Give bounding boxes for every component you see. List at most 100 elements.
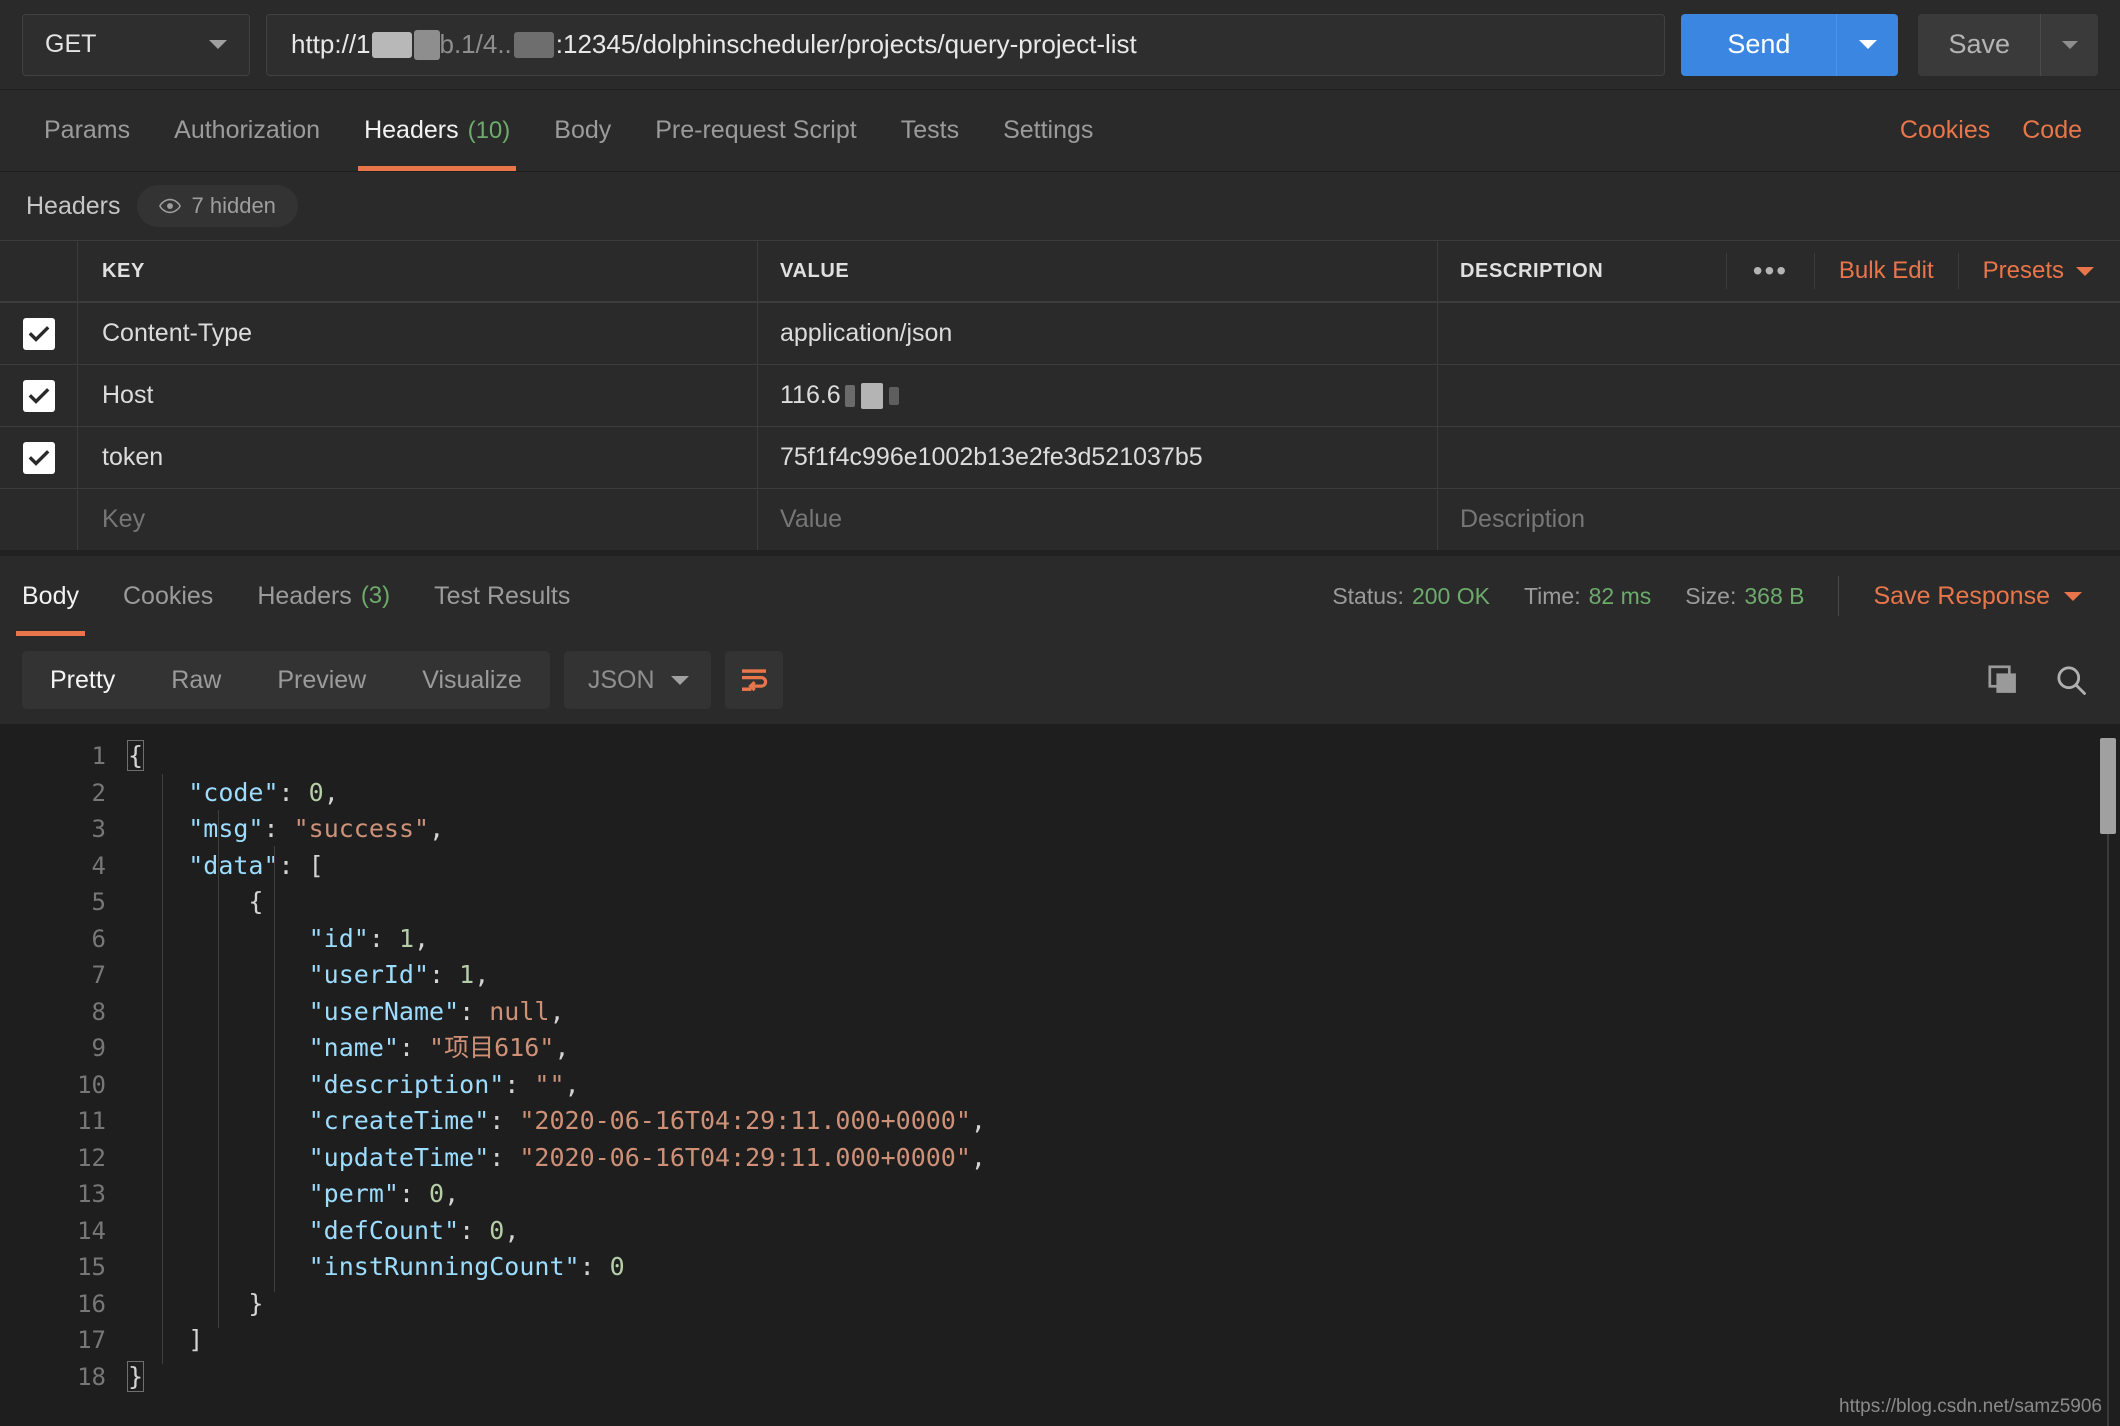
code-line: "createTime": "2020-06-16T04:29:11.000+0…	[308, 1106, 986, 1135]
code-scrollbar-thumb[interactable]	[2100, 738, 2116, 834]
response-body-viewer[interactable]: 1 2 3 4 5 6 7 8 9 10 11 12 13 14 15 16 1…	[0, 724, 2120, 1426]
view-mode-raw[interactable]: Raw	[143, 651, 249, 709]
copy-button[interactable]	[1976, 653, 2030, 707]
tab-tests[interactable]: Tests	[879, 90, 981, 171]
row-checkbox[interactable]	[22, 441, 55, 474]
bulk-edit-button[interactable]: Bulk Edit	[1813, 253, 1958, 289]
save-response-button[interactable]: Save Response	[1873, 582, 2104, 611]
response-tab-body[interactable]: Body	[0, 556, 101, 636]
tab-headers[interactable]: Headers (10)	[342, 90, 532, 171]
save-button[interactable]: Save	[1918, 13, 2040, 76]
redaction-block	[513, 31, 554, 58]
cookies-link[interactable]: Cookies	[1884, 90, 2006, 171]
code-link[interactable]: Code	[2006, 90, 2098, 171]
check-icon	[28, 325, 49, 342]
eye-icon	[158, 198, 181, 214]
save-options-button[interactable]	[2040, 13, 2098, 76]
headers-subbar: Headers 7 hidden	[0, 172, 2120, 240]
status-badge: Status: 200 OK	[1332, 583, 1490, 610]
column-description: DESCRIPTION ••• Bulk Edit Presets	[1438, 241, 2120, 301]
row-value-cell[interactable]: 75f1f4c996e1002b13e2fe3d521037b5	[758, 427, 1438, 488]
row-description-cell[interactable]	[1438, 365, 2120, 426]
redaction-group	[841, 382, 899, 409]
url-prefix: http://1	[291, 29, 371, 59]
row-value-cell[interactable]: application/json	[758, 303, 1438, 364]
row-key-text: Content-Type	[102, 319, 253, 347]
row-description-cell[interactable]	[1438, 303, 2120, 364]
view-mode-preview[interactable]: Preview	[249, 651, 394, 709]
column-value-label: VALUE	[780, 259, 850, 282]
tab-authorization[interactable]: Authorization	[152, 90, 342, 171]
response-tab-test-results[interactable]: Test Results	[412, 556, 592, 636]
word-wrap-toggle[interactable]	[724, 651, 783, 709]
tab-label: Test Results	[434, 581, 571, 610]
response-tab-cookies[interactable]: Cookies	[101, 556, 235, 636]
time-badge: Time: 82 ms	[1524, 583, 1651, 610]
code-line: "updateTime": "2020-06-16T04:29:11.000+0…	[308, 1142, 986, 1172]
size-badge: Size: 368 B	[1685, 583, 1804, 610]
row-description-cell[interactable]	[1438, 427, 2120, 488]
row-checkbox[interactable]	[22, 379, 55, 412]
search-button[interactable]	[2044, 653, 2098, 707]
line-number: 9	[91, 1034, 106, 1062]
table-row[interactable]: token 75f1f4c996e1002b13e2fe3d521037b5	[0, 426, 2120, 488]
fold-guide	[162, 774, 163, 1364]
table-row[interactable]: Host 116.6	[0, 364, 2120, 426]
send-button-group: Send	[1681, 13, 1899, 76]
tab-params[interactable]: Params	[22, 90, 152, 171]
size-label: Size:	[1685, 582, 1737, 609]
row-checkbox-cell[interactable]	[0, 365, 78, 426]
presets-button[interactable]: Presets	[1957, 253, 2120, 289]
line-number: 12	[77, 1143, 106, 1172]
column-key-label: KEY	[102, 259, 145, 282]
code-line: "data": [	[188, 850, 324, 880]
response-tab-headers[interactable]: Headers (3)	[235, 556, 412, 636]
row-key-cell[interactable]: token	[78, 427, 758, 488]
presets-label: Presets	[1982, 257, 2064, 284]
redaction-block	[888, 386, 899, 405]
headers-table: KEY VALUE DESCRIPTION ••• Bulk Edit Pres…	[0, 240, 2120, 550]
url-input[interactable]: http://1 b.1/4..:12345/dolphinscheduler/p…	[266, 13, 1666, 76]
new-row-key-input[interactable]: Key	[78, 489, 758, 550]
more-options-icon[interactable]: •••	[1725, 253, 1814, 289]
tab-settings[interactable]: Settings	[981, 90, 1115, 171]
table-row[interactable]: Content-Type application/json	[0, 302, 2120, 364]
body-format-select[interactable]: JSON	[563, 651, 711, 709]
copy-icon	[1988, 665, 2016, 693]
row-value-cell[interactable]: 116.6	[758, 365, 1438, 426]
chevron-down-icon	[2064, 591, 2082, 601]
column-value: VALUE	[758, 241, 1438, 301]
new-row-value-input[interactable]: Value	[758, 489, 1438, 550]
view-mode-visualize[interactable]: Visualize	[394, 651, 550, 709]
table-header-row: KEY VALUE DESCRIPTION ••• Bulk Edit Pres…	[0, 240, 2120, 302]
tab-label: Tests	[900, 116, 960, 144]
hidden-headers-toggle[interactable]: 7 hidden	[136, 185, 298, 227]
json-code[interactable]: { "code": 0, "msg": "success", "data": […	[126, 724, 2120, 1426]
code-scrollbar-track[interactable]	[2107, 738, 2109, 1426]
line-number: 8	[91, 997, 106, 1026]
tab-body[interactable]: Body	[532, 90, 633, 171]
tab-pre-request-script[interactable]: Pre-request Script	[633, 90, 878, 171]
fold-guide	[274, 846, 275, 1292]
time-value: 82 ms	[1588, 582, 1652, 609]
table-new-row[interactable]: Key Value Description	[0, 488, 2120, 550]
tab-label: Body	[22, 581, 79, 610]
row-checkbox-cell[interactable]	[0, 427, 78, 488]
row-key-cell[interactable]: Host	[78, 365, 758, 426]
send-options-button[interactable]	[1836, 13, 1899, 76]
code-line: {	[126, 740, 145, 771]
row-checkbox-cell[interactable]	[0, 303, 78, 364]
send-button[interactable]: Send	[1681, 13, 1837, 76]
row-checkbox[interactable]	[22, 317, 55, 350]
watermark: https://blog.csdn.net/samz5906	[1839, 1396, 2102, 1417]
view-mode-pretty[interactable]: Pretty	[22, 651, 143, 709]
row-key-text: token	[102, 443, 164, 471]
tab-label: Body	[554, 116, 612, 144]
line-number: 16	[77, 1289, 106, 1318]
redaction-block	[844, 384, 855, 407]
new-row-description-input[interactable]: Description	[1438, 489, 2120, 550]
row-key-cell[interactable]: Content-Type	[78, 303, 758, 364]
chevron-down-icon	[670, 675, 689, 685]
line-number: 2	[91, 778, 106, 807]
http-method-select[interactable]: GET	[22, 13, 250, 76]
